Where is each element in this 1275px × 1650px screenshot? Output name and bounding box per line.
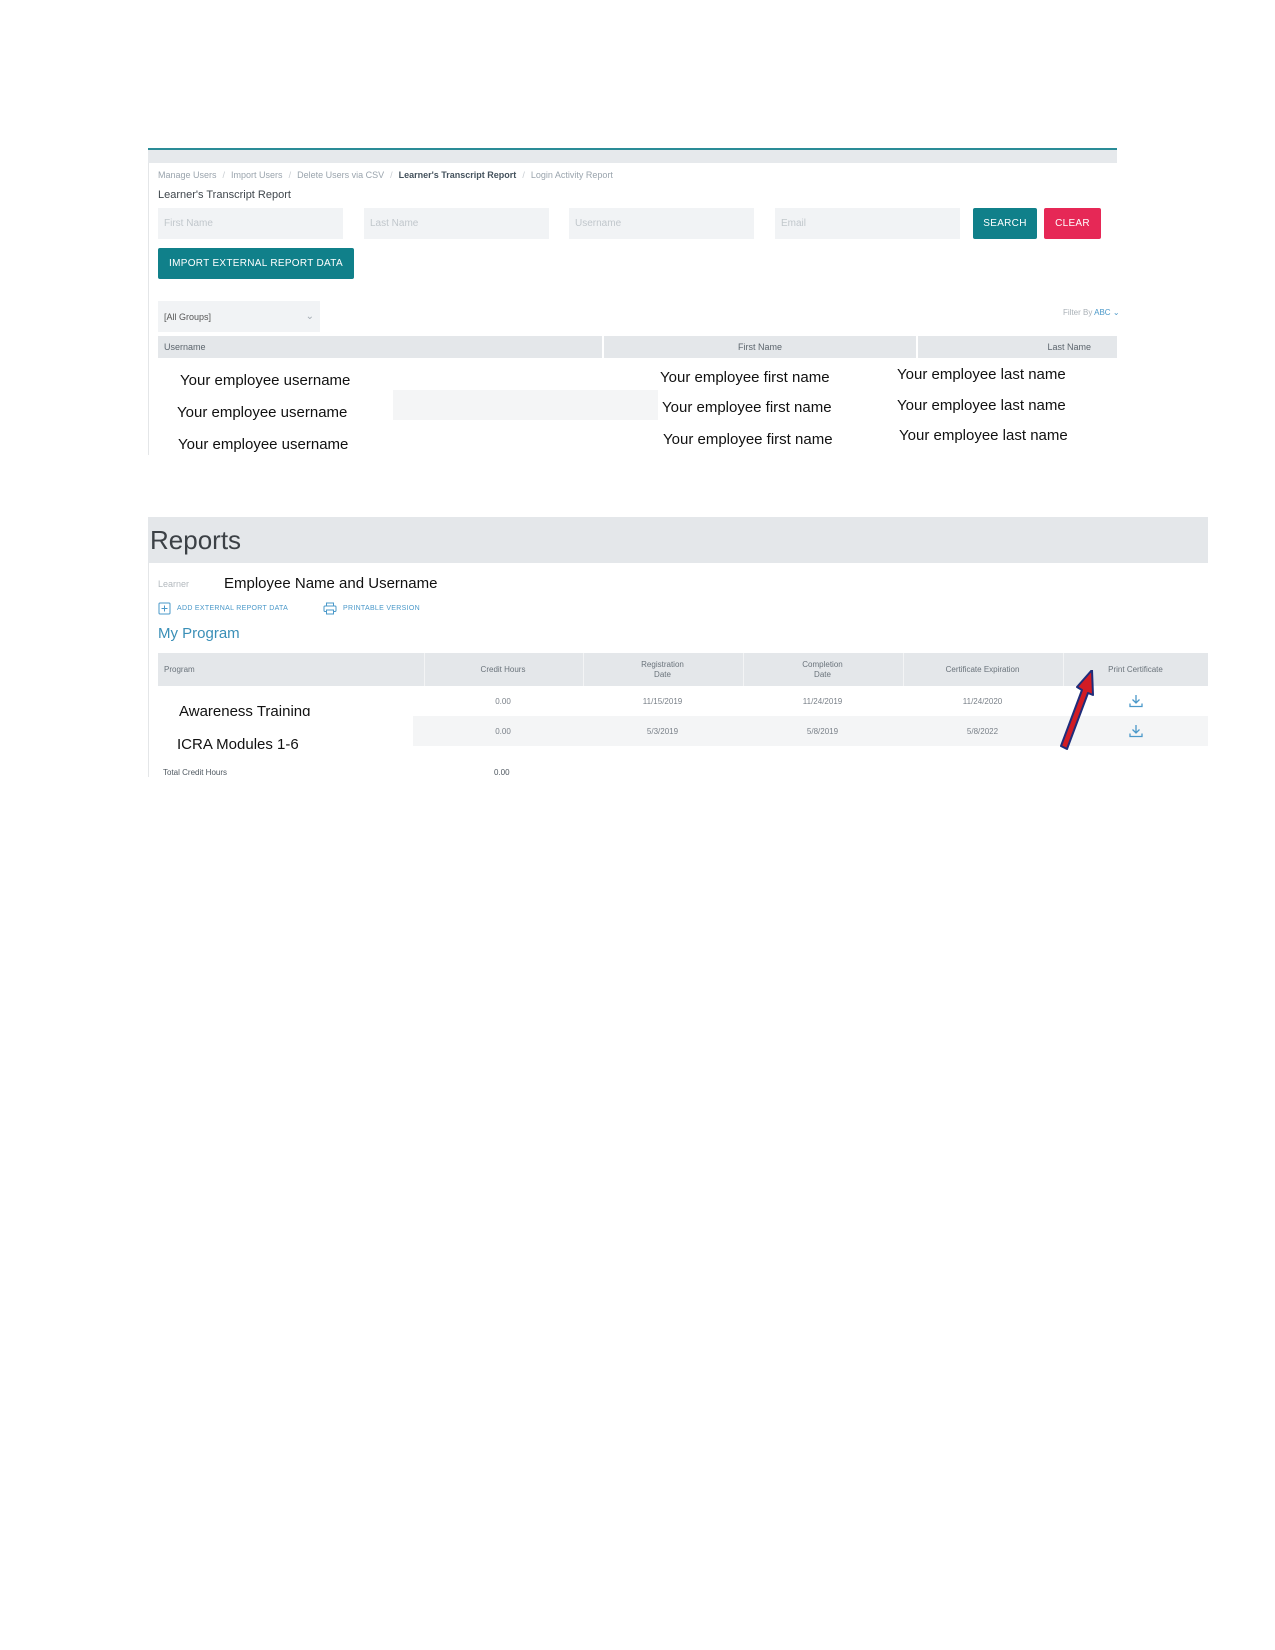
total-credit-hours-value: 0.00 <box>494 768 510 777</box>
completion-date-cell: 5/8/2019 <box>806 726 839 736</box>
add-file-icon <box>158 602 171 615</box>
column-header-expiration[interactable]: Certificate Expiration <box>903 653 1062 686</box>
learner-label: Learner <box>158 579 190 589</box>
row-username[interactable]: Your employee username <box>178 436 348 453</box>
reports-title: Reports <box>148 517 1208 563</box>
breadcrumb-manage-users[interactable]: Manage Users <box>158 170 217 180</box>
username-input[interactable] <box>569 208 754 239</box>
email-input[interactable] <box>775 208 960 239</box>
expiration-date-cell: 5/8/2022 <box>966 726 999 736</box>
filter-value: ABC <box>1094 308 1111 317</box>
credit-hours-cell: 0.00 <box>495 696 511 706</box>
chevron-down-icon: ⌄ <box>305 311 314 322</box>
table-row: 0.00 11/15/2019 11/24/2019 11/24/2020 <box>158 686 1208 716</box>
row-username[interactable]: Your employee username <box>177 404 347 421</box>
breadcrumb-delete-users[interactable]: Delete Users via CSV <box>297 170 384 180</box>
chevron-down-icon: ⌄ <box>1112 308 1120 317</box>
row-first-name: Your employee first name <box>663 431 833 448</box>
search-button[interactable]: SEARCH <box>973 208 1037 239</box>
download-icon[interactable] <box>1128 693 1144 709</box>
panel-border <box>148 563 149 777</box>
row-last-name: Your employee last name <box>897 397 1066 414</box>
top-bar <box>148 150 1117 163</box>
transcript-panel: Manage Users / Import Users / Delete Users v… <box>148 148 1120 455</box>
registration-date-cell: 11/15/2019 <box>642 696 683 706</box>
add-external-report-label: ADD EXTERNAL REPORT DATA <box>177 605 289 612</box>
registration-date-cell: 5/3/2019 <box>646 726 679 736</box>
group-select-value: [All Groups] <box>164 311 212 322</box>
breadcrumb-separator: / <box>522 170 525 180</box>
row-first-name: Your employee first name <box>660 369 830 386</box>
column-header-program[interactable]: Program <box>158 653 424 686</box>
table-row-shade <box>393 390 658 420</box>
column-header-username[interactable]: Username <box>158 336 602 358</box>
section-title: My Program <box>158 625 240 642</box>
credit-hours-cell: 0.00 <box>495 726 511 736</box>
breadcrumb: Manage Users / Import Users / Delete Users v… <box>158 170 613 180</box>
printer-icon <box>323 602 337 615</box>
row-last-name: Your employee last name <box>897 366 1066 383</box>
column-header-last-name[interactable]: Last Name <box>918 336 1117 358</box>
group-select[interactable]: [All Groups] ⌄ <box>158 301 320 332</box>
page-title: Learner's Transcript Report <box>158 189 291 201</box>
reports-panel: Reports Learner Employee Name and Userna… <box>148 517 1208 777</box>
expiration-date-cell: 11/24/2020 <box>962 696 1003 706</box>
add-external-report-link[interactable]: ADD EXTERNAL REPORT DATA <box>158 602 288 615</box>
completion-date-cell: 11/24/2019 <box>802 696 843 706</box>
registration-label: Registration <box>641 659 684 669</box>
column-header-registration[interactable]: Registration Date <box>583 653 742 686</box>
breadcrumb-transcript-report[interactable]: Learner's Transcript Report <box>399 170 517 180</box>
import-external-report-button[interactable]: IMPORT EXTERNAL REPORT DATA <box>158 248 354 279</box>
printable-version-link[interactable]: PRINTABLE VERSION <box>323 602 420 615</box>
filter-label: Filter By <box>1063 308 1093 317</box>
registration-label-date: Date <box>654 669 671 679</box>
breadcrumb-separator: / <box>222 170 226 180</box>
printable-version-label: PRINTABLE VERSION <box>343 605 420 612</box>
learner-value: Employee Name and Username <box>224 575 438 592</box>
row-last-name: Your employee last name <box>899 427 1068 444</box>
row-first-name: Your employee first name <box>662 399 832 416</box>
filter-by[interactable]: Filter By ABC ⌄ <box>1063 308 1120 317</box>
program-name: ICRA Modules 1-6 <box>177 736 299 753</box>
completion-label-date: Date <box>814 669 831 679</box>
column-header-credit-hours[interactable]: Credit Hours <box>424 653 582 686</box>
column-header-completion[interactable]: Completion Date <box>743 653 902 686</box>
breadcrumb-import-users[interactable]: Import Users <box>231 170 283 180</box>
breadcrumb-login-activity[interactable]: Login Activity Report <box>531 170 613 180</box>
row-username[interactable]: Your employee username <box>180 372 350 389</box>
program-table-header: Program Credit Hours Registration Date C… <box>158 653 1208 686</box>
column-header-first-name[interactable]: First Name <box>604 336 916 358</box>
last-name-input[interactable] <box>364 208 549 239</box>
completion-label: Completion <box>802 659 843 669</box>
clear-button[interactable]: CLEAR <box>1044 208 1101 239</box>
first-name-input[interactable] <box>158 208 343 239</box>
total-credit-hours-label: Total Credit Hours <box>163 768 228 777</box>
download-icon[interactable] <box>1128 723 1144 739</box>
breadcrumb-separator: / <box>390 170 393 180</box>
panel-border <box>148 163 149 455</box>
pointer-arrow-icon <box>1060 670 1094 750</box>
breadcrumb-separator: / <box>288 170 292 180</box>
